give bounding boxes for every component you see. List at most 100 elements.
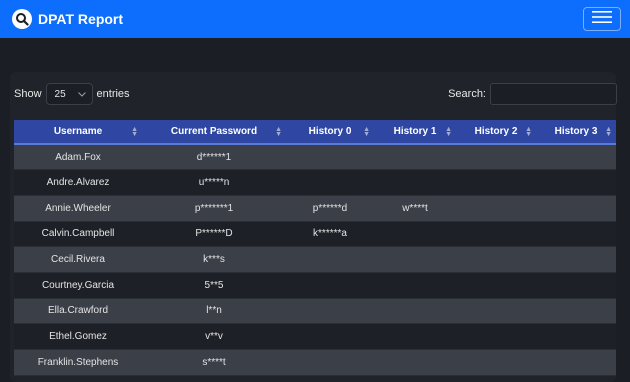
current-password-cell: p*******1 (142, 195, 286, 222)
column-header-label: History 3 (554, 126, 598, 137)
current-password-cell: s****t (142, 349, 286, 376)
column-header-history-0[interactable]: History 0 ▲ ▼ (286, 120, 374, 145)
history-cell (456, 144, 536, 171)
username-cell: Courtney.Garcia (14, 272, 142, 299)
username-cell: Calvin.Campbell (14, 221, 142, 248)
history-cell (456, 272, 536, 299)
history-cell (456, 246, 536, 273)
table-row: Courtney.Garcia 5**5 (14, 272, 616, 299)
history-cell (374, 246, 456, 273)
history-cell: w****t (374, 195, 456, 222)
current-password-cell: l**n (142, 298, 286, 325)
current-password-cell: d******1 (142, 144, 286, 171)
history-cell: p******d (286, 195, 374, 222)
history-cell (286, 323, 374, 350)
history-cell (536, 323, 616, 350)
history-cell (374, 144, 456, 171)
current-password-cell: k***s (142, 246, 286, 273)
username-cell: Annie.Wheeler (14, 195, 142, 222)
hamburger-menu-icon (592, 10, 612, 29)
navbar-brand[interactable]: DPAT Report (12, 9, 123, 29)
history-cell (374, 298, 456, 325)
password-history-table: Username ▲ ▼ Current Password ▲ ▼ History … (14, 120, 616, 376)
entries-select-value: 25 (54, 88, 66, 100)
table-body: Adam.Fox d******1 Andre.Alvarez u*****n Anni… (14, 144, 616, 376)
username-cell: Ella.Crawford (14, 298, 142, 325)
column-header-label: Username (53, 126, 103, 137)
history-cell (536, 195, 616, 222)
navbar-toggle-button[interactable] (583, 7, 621, 31)
history-cell (456, 221, 536, 248)
table-row: Andre.Alvarez u*****n (14, 169, 616, 196)
history-cell (536, 272, 616, 299)
history-cell (286, 144, 374, 171)
history-cell (286, 349, 374, 376)
history-cell (374, 349, 456, 376)
username-cell: Cecil.Rivera (14, 246, 142, 273)
magnifier-logo-icon (12, 9, 32, 29)
current-password-cell: u*****n (142, 169, 286, 196)
username-cell: Franklin.Stephens (14, 349, 142, 376)
entries-length-control: Show 25 entries (14, 82, 130, 106)
username-cell: Ethel.Gomez (14, 323, 142, 350)
history-cell (536, 169, 616, 196)
table-header: Username ▲ ▼ Current Password ▲ ▼ History … (14, 120, 616, 145)
search-label: Search: (448, 88, 486, 100)
history-cell (456, 195, 536, 222)
username-cell: Adam.Fox (14, 144, 142, 171)
show-label: Show (14, 88, 42, 100)
history-cell (536, 144, 616, 171)
sort-icon: ▲ ▼ (363, 126, 370, 138)
column-header-label: Current Password (170, 126, 258, 137)
history-cell (286, 246, 374, 273)
table-row: Franklin.Stephens s****t (14, 349, 616, 376)
history-cell (374, 221, 456, 248)
history-cell (286, 272, 374, 299)
column-header-label: History 0 (308, 126, 352, 137)
column-header-current-password[interactable]: Current Password ▲ ▼ (142, 120, 286, 145)
column-header-label: History 2 (474, 126, 518, 137)
current-password-cell: P******D (142, 221, 286, 248)
chevron-down-icon (77, 89, 86, 100)
table-row: Ella.Crawford l**n (14, 298, 616, 325)
history-cell (374, 272, 456, 299)
table-row: Adam.Fox d******1 (14, 144, 616, 171)
sort-icon: ▲ ▼ (525, 126, 532, 138)
table-row: Calvin.Campbell P******D k******a (14, 221, 616, 248)
sort-icon: ▲ ▼ (605, 126, 612, 138)
history-cell: k******a (286, 221, 374, 248)
search-control: Search: (448, 82, 617, 106)
search-input[interactable] (490, 83, 617, 105)
column-header-history-1[interactable]: History 1 ▲ ▼ (374, 120, 456, 145)
sort-icon: ▲ ▼ (275, 126, 282, 138)
username-cell: Andre.Alvarez (14, 169, 142, 196)
sort-icon: ▲ ▼ (445, 126, 452, 138)
entries-label: entries (96, 88, 130, 100)
history-cell (536, 349, 616, 376)
table-row: Cecil.Rivera k***s (14, 246, 616, 273)
history-cell (374, 323, 456, 350)
table-row: Annie.Wheeler p*******1 p******d w****t (14, 195, 616, 222)
history-cell (374, 169, 456, 196)
sort-icon: ▲ ▼ (131, 126, 138, 138)
top-navbar: DPAT Report (0, 0, 630, 38)
history-cell (456, 349, 536, 376)
history-cell (456, 169, 536, 196)
column-header-history-3[interactable]: History 3 ▲ ▼ (536, 120, 616, 145)
history-cell (286, 298, 374, 325)
history-cell (536, 298, 616, 325)
history-cell (286, 169, 374, 196)
history-cell (456, 323, 536, 350)
history-cell (456, 298, 536, 325)
brand-title: DPAT Report (38, 11, 124, 27)
column-header-label: History 1 (393, 126, 437, 137)
history-cell (536, 221, 616, 248)
table-row: Ethel.Gomez v**v (14, 323, 616, 350)
current-password-cell: v**v (142, 323, 286, 350)
history-cell (536, 246, 616, 273)
table-controls: Show 25 entries Search: (14, 82, 617, 106)
current-password-cell: 5**5 (142, 272, 286, 299)
entries-select[interactable]: 25 (45, 83, 93, 105)
column-header-history-2[interactable]: History 2 ▲ ▼ (456, 120, 536, 145)
column-header-username[interactable]: Username ▲ ▼ (14, 120, 142, 145)
